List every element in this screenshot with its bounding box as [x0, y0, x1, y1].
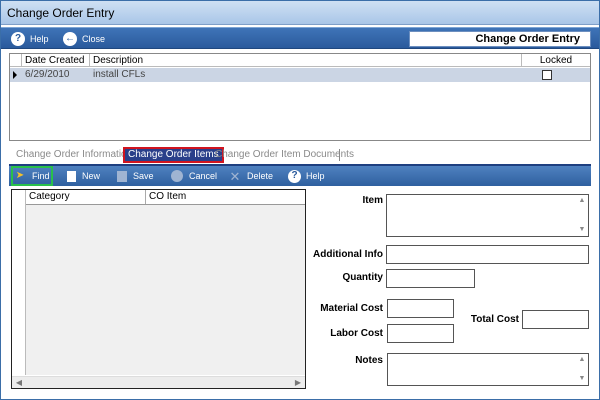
column-header-date-created[interactable]: Date Created: [22, 54, 90, 67]
items-toolbar: ➤ Find New Save Cancel ✕ Delete ? Help: [9, 166, 591, 186]
tab-separator: [339, 149, 340, 161]
notes-textarea[interactable]: ▲ ▼: [387, 353, 589, 386]
notes-label: Notes: [355, 355, 383, 366]
save-disk-icon: [117, 170, 127, 182]
list-row-gutter: [12, 190, 26, 375]
horizontal-scrollbar[interactable]: ◀ ▶: [12, 376, 305, 388]
change-orders-grid: Date Created Description Locked 6/29/201…: [9, 53, 591, 141]
grid-header: Date Created Description Locked: [10, 54, 590, 67]
date-created-cell: 6/29/2010: [25, 69, 70, 80]
new-button[interactable]: New: [67, 168, 100, 184]
column-header-description[interactable]: Description: [90, 54, 522, 67]
total-cost-label: Total Cost: [470, 314, 519, 325]
title-bar: Change Order Entry: [1, 1, 599, 25]
total-cost-field[interactable]: [522, 310, 589, 329]
save-label: Save: [133, 171, 154, 181]
new-document-icon: [67, 170, 76, 182]
window-title: Change Order Entry: [7, 6, 115, 20]
new-label: New: [82, 171, 101, 181]
material-cost-label: Material Cost: [320, 303, 383, 314]
close-button[interactable]: ← Close: [63, 31, 105, 47]
cancel-icon: [171, 170, 183, 182]
item-textarea[interactable]: ▲ ▼: [386, 194, 589, 237]
close-label: Close: [82, 34, 106, 44]
list-header: Category CO Item: [26, 190, 305, 205]
cancel-button[interactable]: Cancel: [171, 168, 217, 184]
additional-info-label: Additional Info: [313, 249, 383, 260]
back-arrow-icon: ←: [63, 32, 77, 46]
item-label: Item: [362, 195, 383, 206]
help-label: Help: [30, 34, 49, 44]
tab-change-order-information[interactable]: Change Order Information: [16, 147, 132, 163]
delete-button[interactable]: ✕ Delete: [229, 168, 273, 184]
scroll-down-icon[interactable]: ▼: [578, 226, 586, 234]
scroll-right-icon[interactable]: ▶: [293, 378, 303, 388]
find-button[interactable]: ➤ Find: [14, 168, 50, 184]
list-body: [26, 205, 305, 375]
header-title: Change Order Entry: [409, 31, 591, 47]
change-order-entry-window: Change Order Entry ? Help ← Close Change…: [0, 0, 600, 400]
delete-x-icon: ✕: [229, 168, 241, 184]
column-header-co-item[interactable]: CO Item: [146, 190, 305, 204]
tab-change-order-items[interactable]: Change Order Items: [123, 147, 224, 163]
scroll-up-icon[interactable]: ▲: [578, 356, 586, 364]
co-items-list[interactable]: Category CO Item ◀ ▶: [11, 189, 306, 389]
material-cost-field[interactable]: [387, 299, 454, 318]
column-header-locked[interactable]: Locked: [522, 54, 590, 67]
scroll-up-icon[interactable]: ▲: [578, 197, 586, 205]
grid-row-header-corner: [10, 54, 22, 67]
tab-strip: Change Order Information Change Order It…: [9, 145, 591, 165]
items-help-label: Help: [306, 171, 325, 181]
labor-cost-label: Labor Cost: [330, 328, 383, 339]
scroll-left-icon[interactable]: ◀: [14, 378, 24, 388]
items-help-button[interactable]: ? Help: [288, 168, 325, 184]
labor-cost-field[interactable]: [387, 324, 454, 343]
cancel-label: Cancel: [189, 171, 218, 181]
help-icon: ?: [288, 169, 301, 183]
quantity-field[interactable]: [386, 269, 475, 288]
delete-label: Delete: [247, 171, 274, 181]
scroll-down-icon[interactable]: ▼: [578, 375, 586, 383]
find-icon: ➤: [15, 170, 25, 181]
save-button[interactable]: Save: [117, 168, 154, 184]
locked-checkbox[interactable]: [542, 70, 552, 80]
additional-info-field[interactable]: [386, 245, 589, 264]
table-row[interactable]: 6/29/2010 install CFLs: [10, 68, 590, 82]
help-button[interactable]: ? Help: [11, 31, 49, 47]
column-header-category[interactable]: Category: [26, 190, 146, 204]
tab-change-order-item-documents[interactable]: Change Order Item Documents: [215, 147, 354, 163]
description-cell: install CFLs: [93, 69, 146, 80]
quantity-label: Quantity: [342, 272, 383, 283]
row-selector-icon: [13, 71, 17, 79]
help-icon: ?: [11, 32, 25, 46]
find-label: Find: [32, 171, 50, 181]
